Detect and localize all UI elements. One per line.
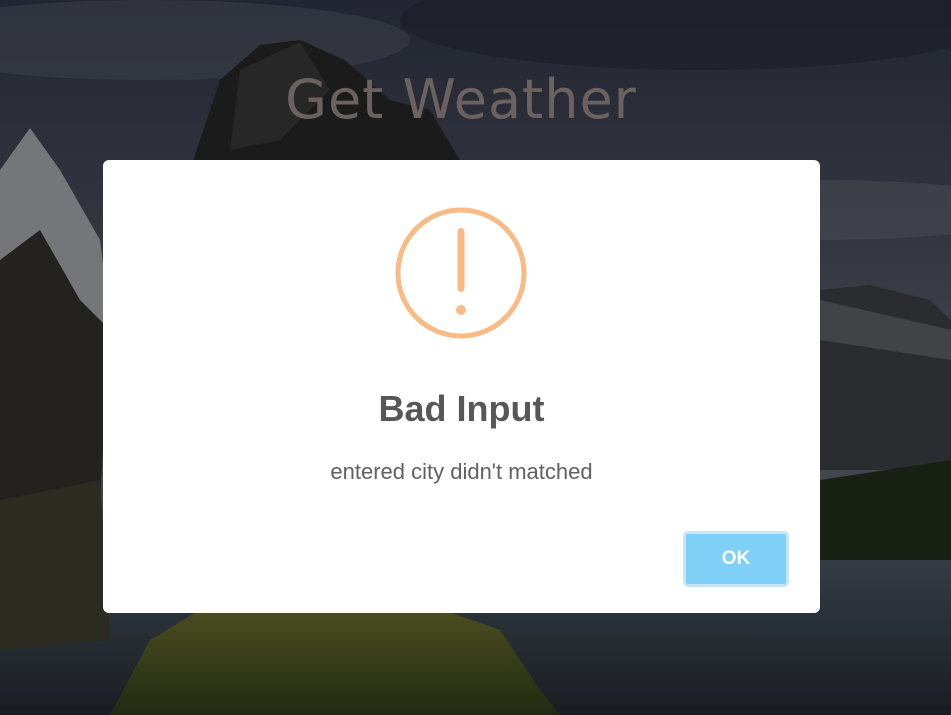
alert-dialog: Bad Input entered city didn't matched OK bbox=[103, 160, 820, 613]
weather-app: Get Weather Bad Input entered city didn'… bbox=[0, 0, 951, 715]
ok-button[interactable]: OK bbox=[683, 531, 789, 587]
alert-title: Bad Input bbox=[378, 388, 545, 429]
warning-icon bbox=[395, 207, 527, 339]
alert-message: entered city didn't matched bbox=[330, 459, 593, 484]
